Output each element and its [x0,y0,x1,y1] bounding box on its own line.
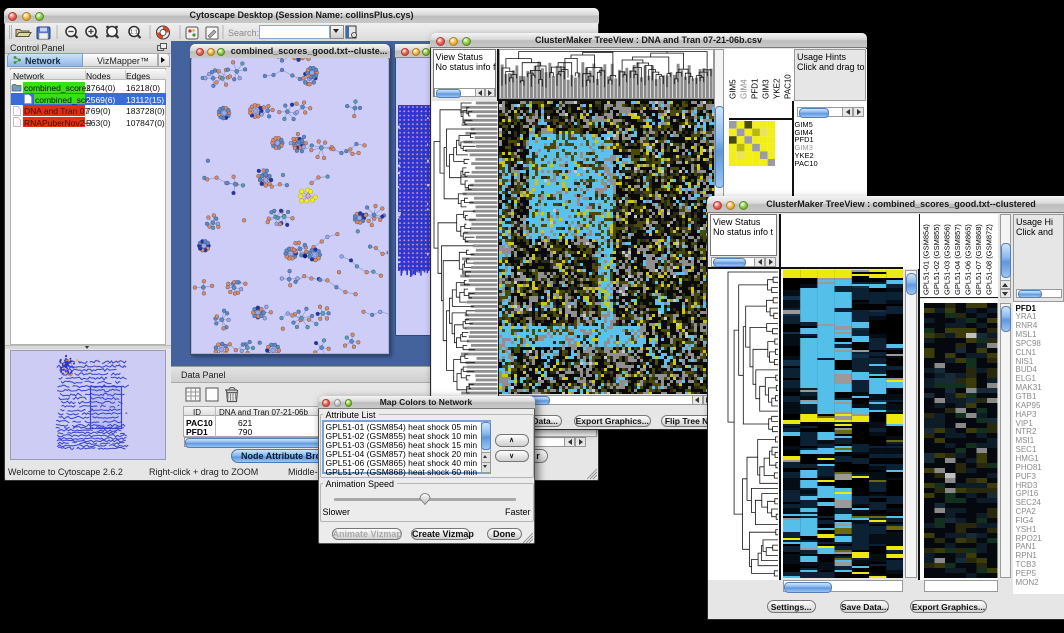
svg-text:1:1: 1:1 [130,30,138,36]
svg-text:PAC10: PAC10 [784,74,792,99]
svg-text:PFD1: PFD1 [751,78,760,99]
svg-text:GIM3: GIM3 [762,79,771,99]
svg-text:YKE2: YKE2 [773,78,782,99]
svg-text:GIM5: GIM5 [729,79,738,99]
svg-text:GIM4: GIM4 [740,79,749,99]
